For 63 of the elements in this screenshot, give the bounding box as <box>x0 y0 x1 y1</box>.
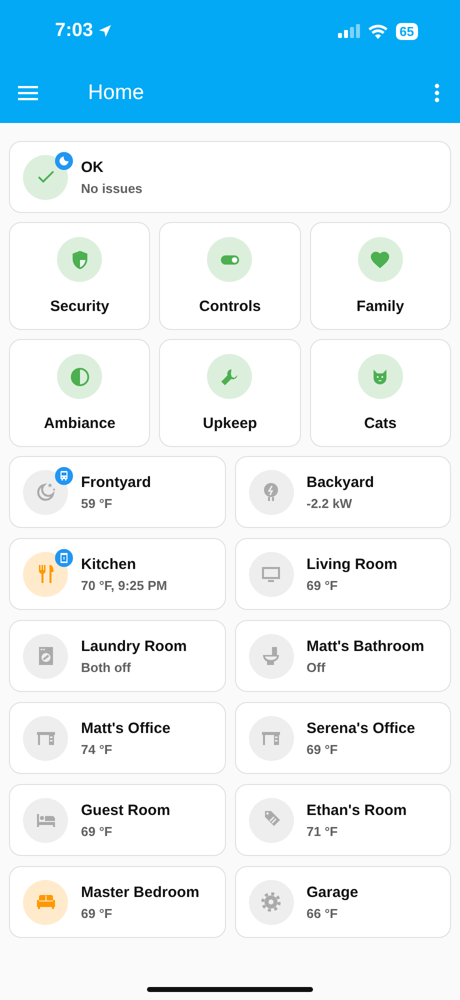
room-card[interactable]: Guest Room 69 °F <box>9 784 226 856</box>
area-label: Family <box>356 298 404 315</box>
status-title: OK <box>81 158 104 176</box>
area-card[interactable]: Cats <box>310 339 451 447</box>
room-state: 59 °F <box>81 496 114 510</box>
room-state: 66 °F <box>306 906 339 920</box>
room-name: Ethan's Room <box>306 802 407 818</box>
battery-indicator: 65 <box>396 22 418 40</box>
area-label: Controls <box>199 298 261 315</box>
room-state: Off <box>306 660 326 674</box>
room-name: Kitchen <box>81 556 138 572</box>
bus-icon <box>55 466 73 484</box>
area-card[interactable]: Security <box>9 222 150 330</box>
room-name: Frontyard <box>81 474 152 490</box>
area-label: Security <box>50 298 110 315</box>
area-card[interactable]: Controls <box>159 222 301 330</box>
moon-icon <box>55 152 73 170</box>
room-state: -2.2 kW <box>306 496 354 510</box>
status-time: 7:03 <box>55 20 94 42</box>
room-card[interactable]: Ethan's Room 71 °F <box>234 784 451 856</box>
room-card[interactable]: Serena's Office 69 °F <box>234 702 451 774</box>
room-name: Laundry Room <box>81 638 187 654</box>
room-state: 69 °F <box>306 578 339 592</box>
room-state: 69 °F <box>81 906 114 920</box>
status-card[interactable]: OK No issues <box>9 141 451 213</box>
page-title: Home <box>88 80 146 104</box>
room-state: 69 °F <box>306 742 339 756</box>
wifi-icon <box>368 24 388 38</box>
room-card[interactable]: Backyard -2.2 kW <box>234 456 451 528</box>
room-card[interactable]: Matt's Office 74 °F <box>9 702 226 774</box>
room-card[interactable]: Kitchen 70 °F, 9:25 PM <box>9 538 226 610</box>
signal-icon <box>338 24 360 38</box>
room-card[interactable]: Living Room 69 °F <box>234 538 451 610</box>
area-card[interactable]: Upkeep <box>159 339 301 447</box>
room-state: 71 °F <box>306 824 339 838</box>
more-vertical-icon <box>434 82 440 102</box>
room-card[interactable]: Garage 66 °F <box>234 866 451 938</box>
room-name: Backyard <box>306 474 374 490</box>
room-name: Garage <box>306 884 358 900</box>
menu-icon <box>18 84 40 102</box>
room-state: 74 °F <box>81 742 114 756</box>
room-state: 70 °F, 9:25 PM <box>81 578 168 592</box>
room-name: Living Room <box>306 556 398 572</box>
area-label: Ambiance <box>44 415 116 432</box>
area-label: Cats <box>364 415 397 432</box>
appliance-icon <box>55 548 73 566</box>
area-card[interactable]: Ambiance <box>9 339 150 447</box>
room-card[interactable]: Master Bedroom 69 °F <box>9 866 226 938</box>
room-card[interactable]: Matt's Bathroom Off <box>234 620 451 692</box>
room-name: Serena's Office <box>306 720 416 736</box>
room-name: Matt's Office <box>81 720 170 736</box>
room-card[interactable]: Laundry Room Both off <box>9 620 226 692</box>
room-card[interactable]: Frontyard 59 °F <box>9 456 226 528</box>
room-state: 69 °F <box>81 824 114 838</box>
area-label: Upkeep <box>202 415 258 432</box>
status-subtitle: No issues <box>81 180 142 196</box>
location-arrow-icon <box>97 23 114 39</box>
gear-icon <box>259 890 283 914</box>
room-name: Guest Room <box>81 802 170 818</box>
room-state: Both off <box>81 660 132 674</box>
room-name: Master Bedroom <box>81 884 200 900</box>
area-card[interactable]: Family <box>310 222 451 330</box>
room-name: Matt's Bathroom <box>306 638 424 654</box>
